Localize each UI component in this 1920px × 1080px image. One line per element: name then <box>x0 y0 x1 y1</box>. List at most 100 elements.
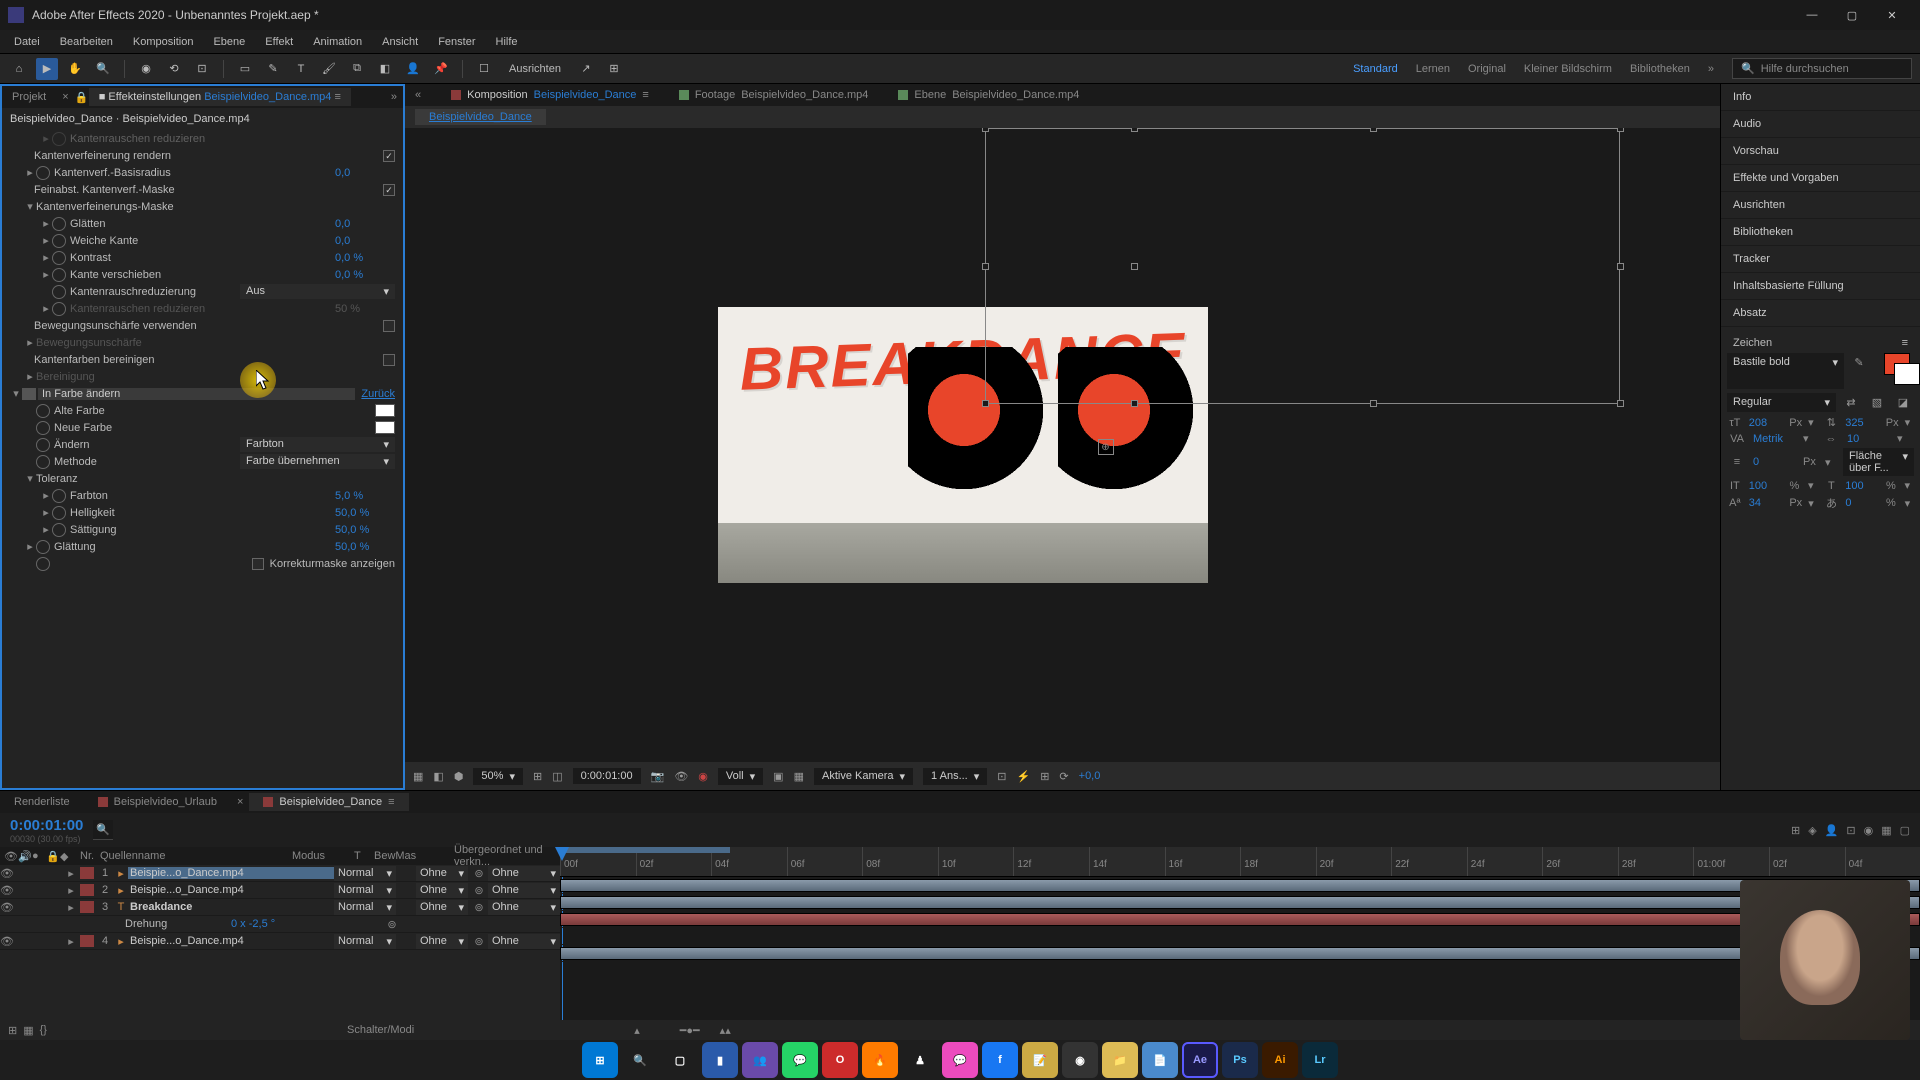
col-parent[interactable]: Übergeordnet und verkn... <box>450 844 560 868</box>
kerning-value[interactable]: Metrik <box>1753 433 1797 445</box>
panel-info[interactable]: Info <box>1721 84 1920 111</box>
vscale-value[interactable]: 100 <box>1749 480 1784 492</box>
magnification-select[interactable]: 50%▾ <box>473 768 523 785</box>
tab-komposition[interactable]: KompositionBeispielvideo_Dance≡ <box>451 89 649 101</box>
layer-parent-pickwhip[interactable]: ⊚ <box>470 867 488 880</box>
col-bewmas[interactable]: BewMas <box>370 850 432 862</box>
aendern-select[interactable]: Farbton▾ <box>240 437 395 452</box>
ruler-tick[interactable]: 04f <box>1845 847 1920 876</box>
frame-blend-toggle[interactable]: ⊡ <box>1846 824 1855 837</box>
anchor-tool[interactable]: ⊡ <box>191 58 213 80</box>
pixel-aspect-button[interactable]: ⊡ <box>997 770 1006 783</box>
layer-mode-select[interactable]: Normal▾ <box>334 866 396 881</box>
layer-search[interactable]: 🔍 <box>93 820 113 840</box>
schalter-label[interactable]: Schalter/Modi <box>347 1024 414 1036</box>
app-obs[interactable]: ◉ <box>1062 1042 1098 1078</box>
effect-infarbe-header[interactable]: In Farbe ändern <box>38 388 355 400</box>
font-family-select[interactable]: Bastile bold▾ <box>1727 353 1844 389</box>
expand-kvm[interactable]: ▾ <box>24 200 36 213</box>
baseline-value[interactable]: 34 <box>1749 497 1784 509</box>
ruler-tick[interactable]: 20f <box>1316 847 1392 876</box>
rauschreduz-select[interactable]: Aus▾ <box>240 284 395 299</box>
layer-mode-select[interactable]: Normal▾ <box>334 934 396 949</box>
workspace-biblio[interactable]: Bibliotheken <box>1630 63 1690 75</box>
snap-checkbox[interactable]: ☐ <box>473 58 495 80</box>
color-mgmt-button[interactable]: ◉ <box>698 770 708 783</box>
font-size-value[interactable]: 208 <box>1749 417 1784 429</box>
workspace-kleiner[interactable]: Kleiner Bildschirm <box>1524 63 1612 75</box>
menu-komposition[interactable]: Komposition <box>123 32 204 52</box>
clone-tool[interactable]: ⧉ <box>346 58 368 80</box>
timeline-button[interactable]: ⊞ <box>1040 770 1049 783</box>
layer-expand[interactable]: ▸ <box>64 901 78 914</box>
altefarbe-swatch[interactable] <box>375 404 395 417</box>
home-button[interactable]: ⌂ <box>8 58 30 80</box>
menu-animation[interactable]: Animation <box>303 32 372 52</box>
tracking-value[interactable]: 10 <box>1847 433 1891 445</box>
eyedropper-icon[interactable]: ✎ <box>1848 353 1870 389</box>
guides-button[interactable]: ◫ <box>552 770 562 783</box>
val-kverschieben[interactable]: 0,0 % <box>335 269 395 281</box>
expand-infarbe[interactable]: ▾ <box>10 387 22 400</box>
ruler-tick[interactable]: 06f <box>787 847 863 876</box>
brush-tool[interactable]: 🖌 <box>318 58 340 80</box>
menu-fenster[interactable]: Fenster <box>428 32 485 52</box>
val-basisradius[interactable]: 0,0 <box>335 167 395 179</box>
rotate-tool[interactable]: ⟲ <box>163 58 185 80</box>
leading-value[interactable]: 325 <box>1845 417 1880 429</box>
app-facebook[interactable]: f <box>982 1042 1018 1078</box>
layer-expand[interactable]: ▸ <box>64 884 78 897</box>
layer-bewmas-select[interactable]: Ohne▾ <box>416 900 468 915</box>
layer-expand[interactable]: ▸ <box>64 935 78 948</box>
ruler-tick[interactable]: 10f <box>938 847 1014 876</box>
parent-pickwhip-3[interactable]: ⊚ <box>383 918 401 931</box>
shy-toggle[interactable]: 👤 <box>1825 824 1839 837</box>
hand-tool[interactable]: ✋ <box>64 58 86 80</box>
render-checkbox[interactable] <box>383 150 395 162</box>
tab-ebene[interactable]: EbeneBeispielvideo_Dance.mp4 <box>898 89 1079 101</box>
alpha-button[interactable]: ▦ <box>413 770 423 783</box>
layer-visibility[interactable]: 👁 <box>0 884 14 897</box>
layer-name[interactable]: Beispie...o_Dance.mp4 <box>128 867 334 879</box>
methode-select[interactable]: Farbe übernehmen▾ <box>240 454 395 469</box>
close-button[interactable]: ✕ <box>1872 0 1912 30</box>
ruler-tick[interactable]: 28f <box>1618 847 1694 876</box>
selection-tool[interactable]: ▶ <box>36 58 58 80</box>
layer-parent-select[interactable]: Ohne▾ <box>488 883 560 898</box>
layer-parent-pickwhip[interactable]: ⊚ <box>470 884 488 897</box>
col-solo-icon[interactable]: ● <box>28 850 42 862</box>
panel-nav-back[interactable]: « <box>415 89 421 101</box>
app-taskview[interactable]: ▢ <box>662 1042 698 1078</box>
ruler-tick[interactable]: 08f <box>862 847 938 876</box>
layer-color-tag[interactable] <box>80 901 94 913</box>
fast-preview-button[interactable]: ⚡ <box>1017 770 1031 783</box>
brainstorm-button[interactable]: ▢ <box>1900 824 1910 837</box>
layer-parent-select[interactable]: Ohne▾ <box>488 866 560 881</box>
panel-absatz[interactable]: Absatz <box>1721 300 1920 327</box>
layer-color-tag[interactable] <box>80 935 94 947</box>
workspace-original[interactable]: Original <box>1468 63 1506 75</box>
stroke-swatch[interactable] <box>1894 363 1920 385</box>
stopwatch-basis[interactable] <box>36 166 50 180</box>
mask-button[interactable]: ⬢ <box>454 770 464 783</box>
resolution-select[interactable]: Voll▾ <box>718 768 763 785</box>
menu-ebene[interactable]: Ebene <box>203 32 255 52</box>
layer-parent-pickwhip[interactable]: ⊚ <box>470 901 488 914</box>
panel-tracker[interactable]: Tracker <box>1721 246 1920 273</box>
panel-fuellung[interactable]: Inhaltsbasierte Füllung <box>1721 273 1920 300</box>
current-timecode[interactable]: 0:00:01:00 <box>10 817 83 834</box>
val-saett[interactable]: 50,0 % <box>335 524 395 536</box>
tab-urlaub-close[interactable]: × <box>231 796 249 808</box>
layer-bewmas-select[interactable]: Ohne▾ <box>416 883 468 898</box>
zoom-out-icon[interactable]: ▴ <box>634 1024 640 1037</box>
panel-ausrichten[interactable]: Ausrichten <box>1721 192 1920 219</box>
panel-bibliotheken[interactable]: Bibliotheken <box>1721 219 1920 246</box>
col-src[interactable]: Quellenname <box>96 850 288 862</box>
layer-name[interactable]: Beispie...o_Dance.mp4 <box>128 935 334 947</box>
ruler-tick[interactable]: 14f <box>1089 847 1165 876</box>
char-menu-icon[interactable]: ≡ <box>1902 337 1908 349</box>
layer-visibility[interactable]: 👁 <box>0 867 14 880</box>
grid-options[interactable]: ⊞ <box>603 58 625 80</box>
ruler-tick[interactable]: 01:00f <box>1693 847 1769 876</box>
app-unknown1[interactable]: ♟ <box>902 1042 938 1078</box>
